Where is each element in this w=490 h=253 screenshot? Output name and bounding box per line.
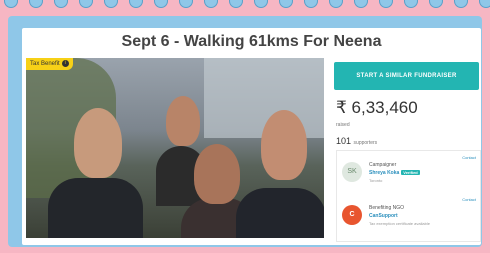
border-dot: [279, 0, 293, 8]
border-dot: [154, 0, 168, 8]
ngo-logo: C: [342, 205, 362, 225]
border-dot: [104, 0, 118, 8]
border-dot: [404, 0, 418, 8]
border-dot: [354, 0, 368, 8]
people-panel: SK Campaigner Shreya Koka Verified Toront…: [336, 150, 481, 242]
tax-benefit-badge[interactable]: Tax Benefit i: [26, 58, 73, 70]
contact-ngo-link[interactable]: Contact: [462, 197, 476, 202]
amount-raised: ₹ 6,33,460: [336, 98, 418, 117]
border-dot: [379, 0, 393, 8]
campaign-photo: Tax Benefit i: [26, 58, 324, 238]
ngo-row: C Benefiting NGO CanSupport Tax exemptio…: [337, 195, 480, 237]
person-2-head: [166, 96, 200, 146]
campaigner-role: Campaigner: [369, 162, 397, 168]
border-dot: [454, 0, 468, 8]
border-dot: [29, 0, 43, 8]
campaigner-row: SK Campaigner Shreya Koka Verified Toront…: [337, 151, 480, 193]
start-fundraiser-button[interactable]: START A SIMILAR FUNDRAISER: [334, 62, 479, 90]
border-dot: [179, 0, 193, 8]
border-dot: [4, 0, 18, 8]
raised-label: raised: [336, 122, 350, 128]
border-dot: [229, 0, 243, 8]
border-dot: [304, 0, 318, 8]
ngo-role: Benefiting NGO: [369, 205, 405, 211]
person-4-head: [261, 110, 307, 180]
page-title: Sept 6 - Walking 61kms For Neena: [121, 33, 382, 50]
border-dot: [254, 0, 268, 8]
border-dot: [429, 0, 443, 8]
avatar: SK: [342, 162, 362, 182]
info-icon[interactable]: i: [61, 59, 69, 67]
border-dot: [204, 0, 218, 8]
border-dot: [79, 0, 93, 8]
ngo-name[interactable]: CanSupport: [369, 213, 398, 219]
campaigner-location: Toronto: [369, 178, 383, 183]
person-4-body: [236, 188, 324, 238]
person-3-head: [194, 144, 240, 204]
ngo-tax-note: Tax exemption certificate available: [369, 221, 430, 226]
fundraiser-sidebar: START A SIMILAR FUNDRAISER ₹ 6,33,460 ra…: [334, 62, 481, 242]
border-dot: [329, 0, 343, 8]
supporters-label: supporters: [353, 140, 378, 146]
verified-badge: Verified: [401, 170, 420, 175]
border-dot: [479, 0, 490, 8]
supporters-number: 101: [336, 136, 352, 146]
campaigner-name[interactable]: Shreya Koka Verified: [369, 170, 420, 176]
person-1-head: [74, 108, 122, 178]
decorative-dots: [0, 0, 490, 8]
fundraiser-card: Sept 6 - Walking 61kms For Neena Tax Ben…: [22, 28, 481, 245]
contact-campaigner-link[interactable]: Contact: [462, 155, 476, 160]
border-dot: [129, 0, 143, 8]
supporters-count: 101 supporters: [336, 136, 377, 146]
person-1-body: [48, 178, 143, 238]
tax-benefit-label: Tax Benefit: [30, 61, 60, 67]
border-dot: [54, 0, 68, 8]
campaigner-name-text: Shreya Koka: [369, 170, 400, 176]
